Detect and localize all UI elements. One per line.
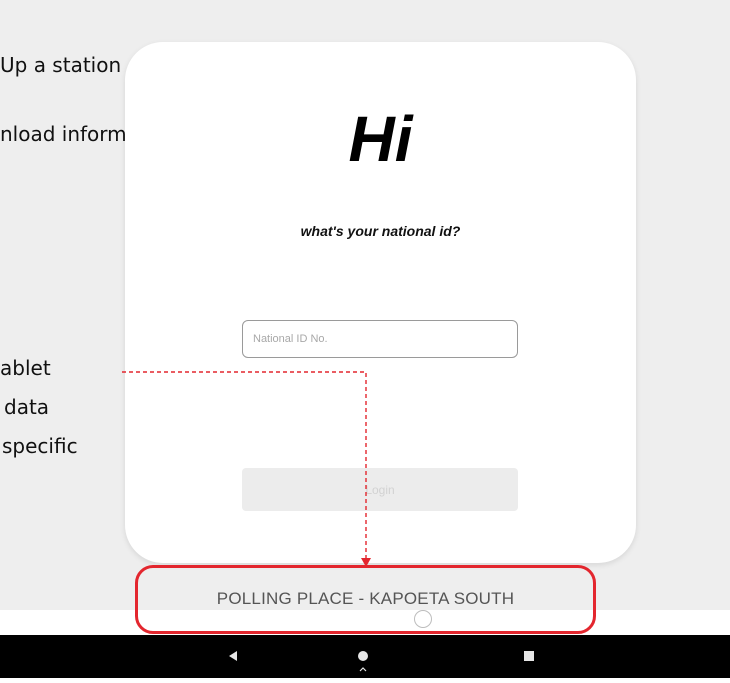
- national-id-prompt: what's your national id?: [300, 223, 461, 239]
- slide-text-line: data: [4, 395, 50, 419]
- login-button[interactable]: Login: [242, 468, 518, 511]
- slide-text-line: Up a station: [0, 53, 122, 77]
- greeting-heading: Hi: [348, 103, 413, 175]
- circle-marker: [414, 610, 432, 628]
- polling-place-label: POLLING PLACE - KAPOETA SOUTH: [216, 589, 515, 608]
- slide-text-line: ablet: [0, 356, 51, 380]
- back-icon[interactable]: [213, 635, 253, 678]
- android-nav-bar: [0, 635, 730, 678]
- slide-text-line: specific: [2, 434, 78, 458]
- login-card: Hi what's your national id? Login: [125, 42, 636, 563]
- national-id-input[interactable]: [242, 320, 518, 358]
- home-icon[interactable]: [343, 635, 383, 678]
- recents-icon[interactable]: [509, 635, 549, 678]
